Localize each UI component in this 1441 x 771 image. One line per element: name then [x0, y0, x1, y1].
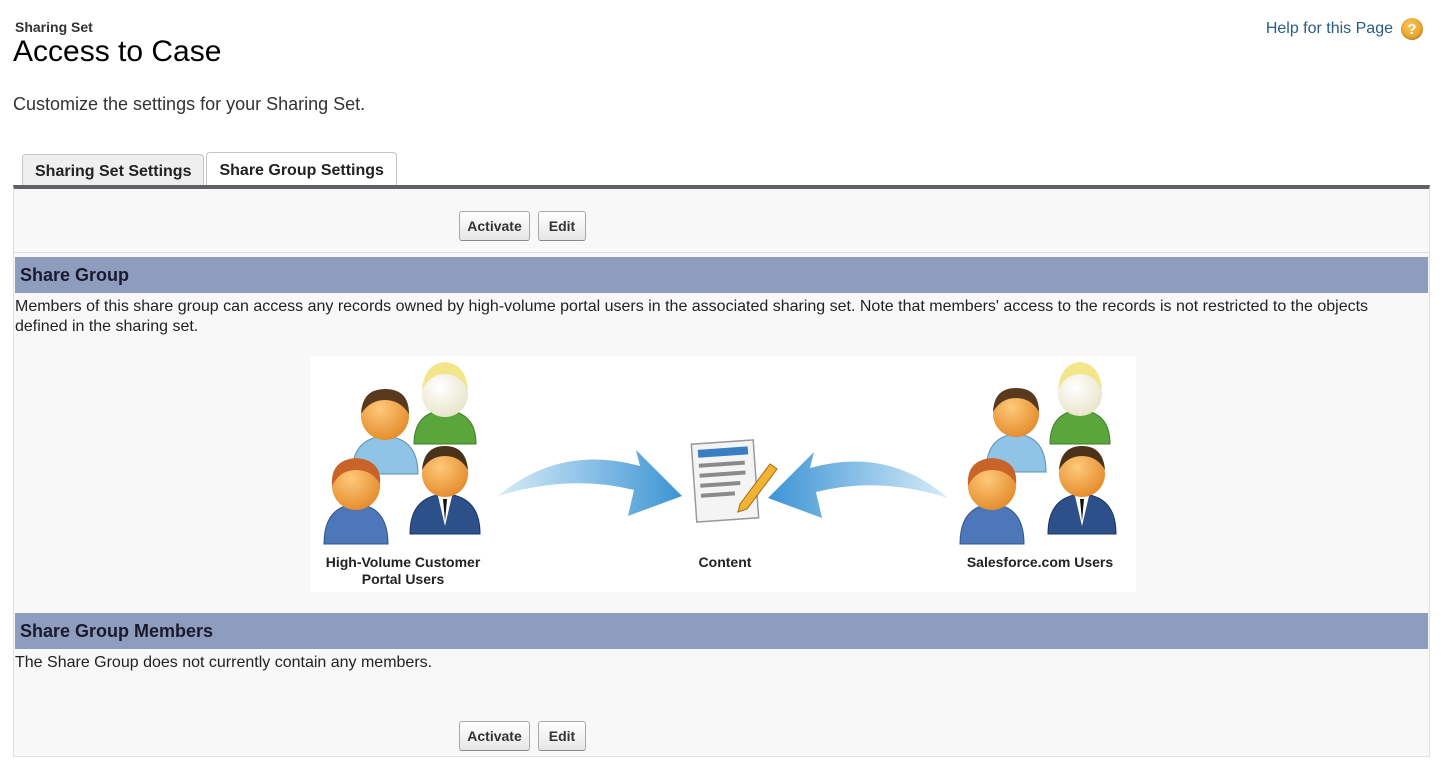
- salesforce-users-icon: [959, 362, 1117, 545]
- content-label: Content: [698, 554, 752, 570]
- portal-users-label: High-Volume Customer Portal Users: [325, 554, 481, 587]
- share-group-members-empty-text: The Share Group does not currently conta…: [15, 654, 433, 671]
- tab-panel: Activate Edit Share Group Members of thi…: [13, 185, 1430, 757]
- content-document-icon: [690, 439, 778, 523]
- share-group-diagram: High-Volume Customer Portal Users Conten…: [310, 356, 1136, 592]
- help-link[interactable]: Help for this Page ?: [1266, 18, 1423, 40]
- arrow-left-icon: [768, 452, 948, 518]
- edit-button-top[interactable]: Edit: [538, 211, 586, 241]
- arrow-right-icon: [498, 450, 682, 516]
- edit-button-bottom[interactable]: Edit: [538, 721, 586, 751]
- top-button-row: Activate Edit: [14, 205, 1429, 245]
- tab-bar: Sharing Set Settings Share Group Setting…: [22, 152, 399, 188]
- tab-share-group-settings[interactable]: Share Group Settings: [206, 152, 397, 188]
- portal-users-icon: [323, 362, 481, 545]
- page-title: Access to Case: [13, 35, 222, 68]
- page-type-label: Sharing Set: [15, 19, 93, 35]
- tab-sharing-set-settings[interactable]: Sharing Set Settings: [22, 154, 205, 188]
- salesforce-users-label: Salesforce.com Users: [966, 554, 1114, 570]
- activate-button-bottom[interactable]: Activate: [459, 721, 530, 751]
- help-link-label: Help for this Page: [1265, 20, 1393, 37]
- share-group-heading: Share Group: [15, 257, 1428, 293]
- share-group-description: Members of this share group can access a…: [15, 298, 1369, 335]
- divider: [14, 252, 1429, 253]
- bottom-button-row: Activate Edit: [14, 715, 1429, 755]
- page-description: Customize the settings for your Sharing …: [13, 94, 366, 114]
- help-question-icon[interactable]: ?: [1401, 18, 1423, 40]
- share-group-members-heading: Share Group Members: [15, 613, 1428, 649]
- activate-button-top[interactable]: Activate: [459, 211, 530, 241]
